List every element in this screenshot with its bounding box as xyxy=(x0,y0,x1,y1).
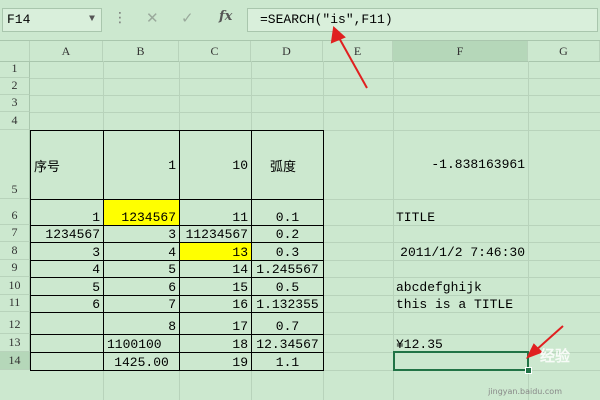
formula-arrow-head xyxy=(330,26,346,44)
watermark-url: jingyan.baidu.com xyxy=(488,387,562,396)
formula-arrow-line xyxy=(337,35,368,89)
watermark-logo: 经验 xyxy=(539,347,570,365)
annotation-arrows xyxy=(330,26,564,359)
